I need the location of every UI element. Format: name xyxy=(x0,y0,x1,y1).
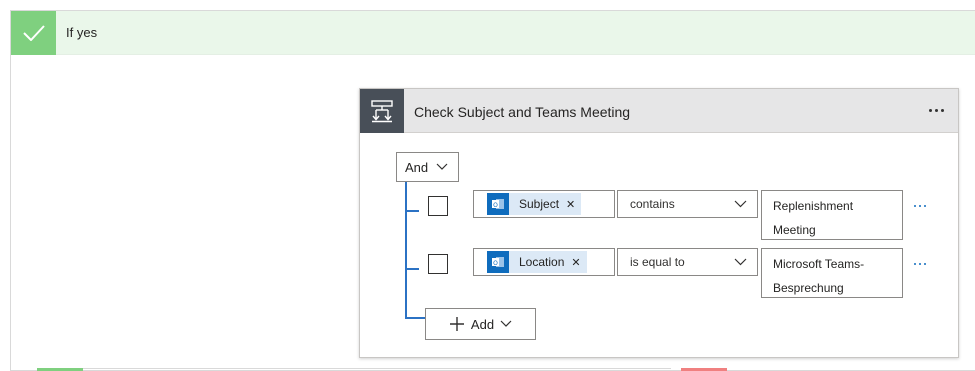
operator-select[interactable]: is equal to xyxy=(617,248,758,276)
token-label: Subject xyxy=(519,197,560,211)
condition-header[interactable]: Check Subject and Teams Meeting xyxy=(360,89,958,133)
row-select-checkbox[interactable] xyxy=(428,196,448,216)
left-operand-field[interactable]: O Location ✕ xyxy=(473,248,615,276)
dynamic-content-token[interactable]: O Location ✕ xyxy=(487,251,587,273)
close-icon[interactable]: ✕ xyxy=(566,198,575,211)
svg-text:O: O xyxy=(493,260,498,267)
tree-branch xyxy=(405,268,419,270)
svg-text:O: O xyxy=(493,202,498,209)
value-line: Besprechung xyxy=(773,281,844,295)
chevron-down-icon xyxy=(500,320,512,327)
right-operand-field[interactable]: Replenishment Meeting xyxy=(761,190,903,240)
condition-icon xyxy=(360,89,404,133)
operator-label: contains xyxy=(630,197,675,211)
row-more-button[interactable] xyxy=(909,257,931,271)
dynamic-content-token[interactable]: O Subject ✕ xyxy=(487,193,582,215)
more-options-button[interactable] xyxy=(922,99,950,121)
operator-select[interactable]: contains xyxy=(617,190,758,218)
group-operator-select[interactable]: And xyxy=(396,152,459,182)
chevron-down-icon xyxy=(734,200,747,208)
value-line: Replenishment xyxy=(773,199,854,213)
tree-branch xyxy=(405,210,419,212)
divider xyxy=(83,368,671,369)
condition-card: Check Subject and Teams Meeting And O Su… xyxy=(359,88,959,358)
value-line: Microsoft Teams- xyxy=(773,257,865,271)
more-icon-dot xyxy=(919,263,921,265)
operator-label: is equal to xyxy=(630,255,685,269)
checkmark-icon xyxy=(11,11,56,55)
more-icon-dot xyxy=(924,205,926,207)
tree-line xyxy=(405,182,407,319)
token-label: Location xyxy=(519,255,565,269)
add-label: Add xyxy=(470,316,495,332)
tree-branch xyxy=(405,317,425,319)
chevron-down-icon xyxy=(734,258,747,266)
outlook-icon: O xyxy=(487,251,509,273)
row-more-button[interactable] xyxy=(909,199,931,213)
chevron-down-icon xyxy=(436,163,448,170)
more-icon-dot xyxy=(924,263,926,265)
condition-title[interactable]: Check Subject and Teams Meeting xyxy=(414,104,630,120)
more-icon-dot xyxy=(934,108,938,112)
more-icon-dot xyxy=(914,205,916,207)
row-select-checkbox[interactable] xyxy=(428,254,448,274)
outlook-icon: O xyxy=(487,193,509,215)
branch-header[interactable]: If yes xyxy=(11,11,975,55)
branch-title: If yes xyxy=(66,25,98,40)
more-icon-dot xyxy=(914,263,916,265)
more-icon-dot xyxy=(919,205,921,207)
left-operand-field[interactable]: O Subject ✕ xyxy=(473,190,615,218)
right-operand-field[interactable]: Microsoft Teams- Besprechung xyxy=(761,248,903,298)
close-icon[interactable]: ✕ xyxy=(571,256,580,269)
add-condition-button[interactable]: Add xyxy=(425,308,536,340)
plus-icon xyxy=(449,317,464,331)
value-line: Meeting xyxy=(773,223,816,237)
group-operator-label: And xyxy=(405,159,429,175)
more-icon-dot xyxy=(928,108,932,112)
more-icon-dot xyxy=(940,108,944,112)
